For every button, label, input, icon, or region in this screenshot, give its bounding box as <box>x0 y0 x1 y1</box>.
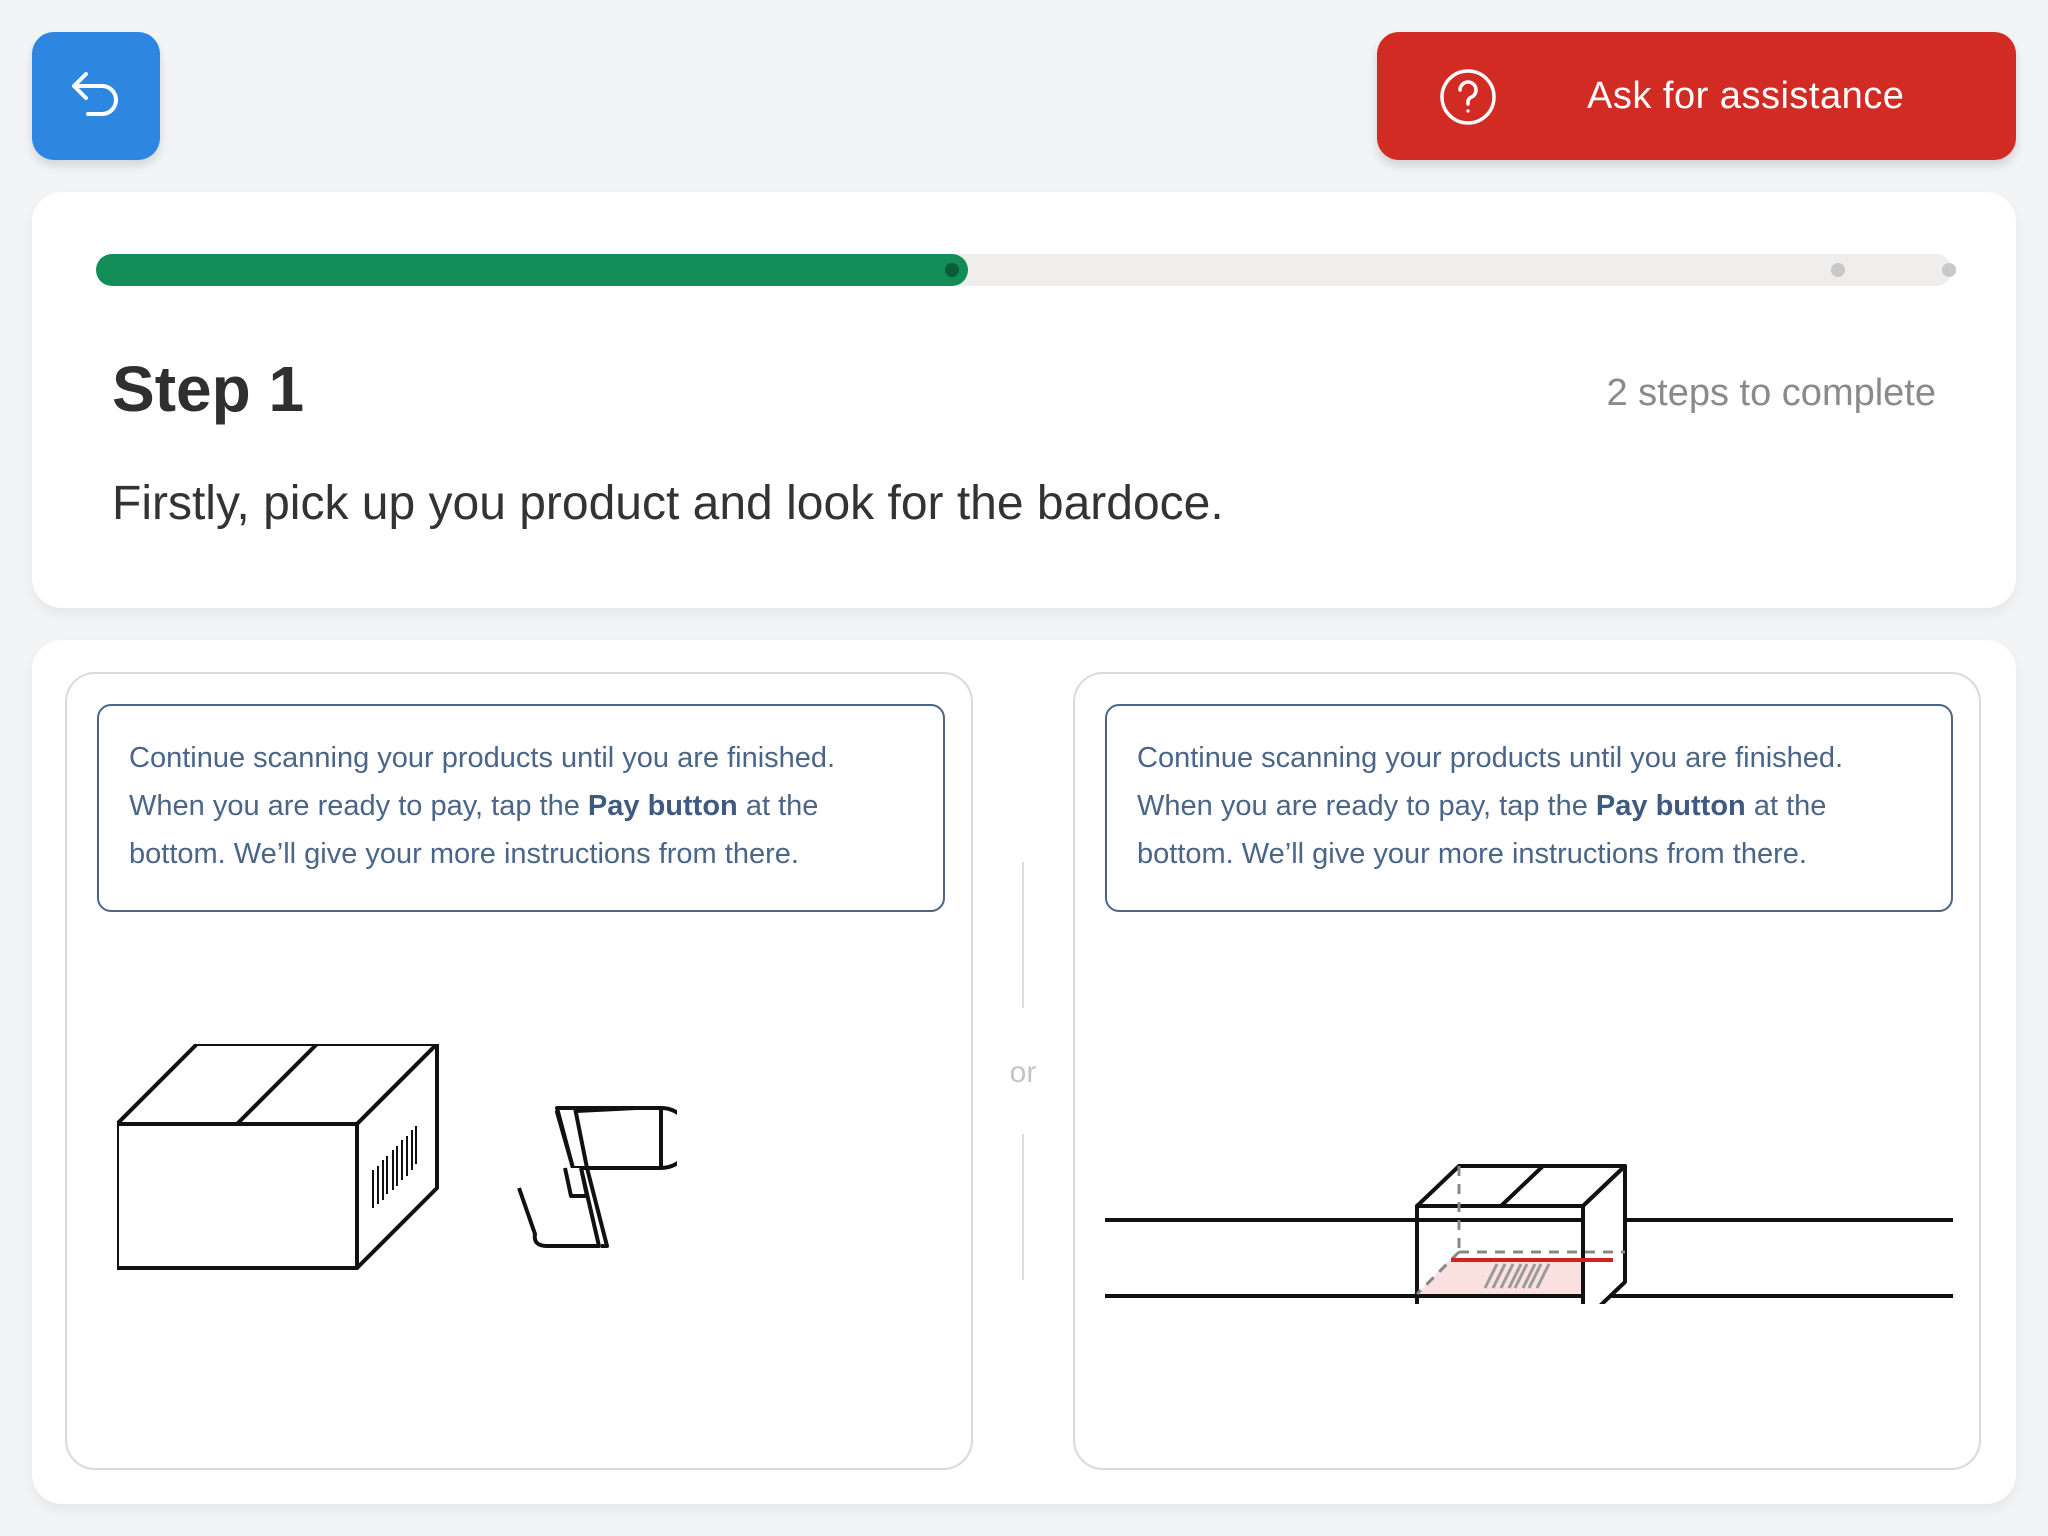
steps-remaining: 2 steps to complete <box>1606 372 1936 414</box>
ask-for-assistance-button[interactable]: Ask for assistance <box>1377 32 2016 160</box>
option-handheld-scanner[interactable]: Continue scanning your products until yo… <box>65 672 973 1470</box>
ask-for-assistance-label: Ask for assistance <box>1587 75 1905 117</box>
progress-current-dot <box>945 263 959 277</box>
pay-button-text: Pay button <box>1595 790 1746 822</box>
info-box: Continue scanning your products until yo… <box>1105 704 1953 912</box>
box-on-flatbed-scanner-icon <box>1105 1164 1953 1304</box>
question-circle-icon <box>1440 69 1496 125</box>
divider-bottom <box>1022 1134 1024 1280</box>
step-title: Step 1 <box>112 353 305 425</box>
info-box: Continue scanning your products until yo… <box>97 704 945 912</box>
step-card: Step 1 2 steps to complete Firstly, pick… <box>32 192 2016 608</box>
progress-end-dot <box>1942 263 1956 277</box>
box-and-handheld-scanner-icon <box>117 1044 677 1270</box>
progress-bar <box>96 254 1956 286</box>
option-flatbed-scanner[interactable]: Continue scanning your products until yo… <box>1073 672 1981 1470</box>
progress-fill <box>96 254 968 286</box>
or-separator: or <box>1009 1056 1037 1089</box>
scan-options-card: Continue scanning your products until yo… <box>32 640 2016 1504</box>
divider-top <box>1022 862 1024 1008</box>
pay-button-text: Pay button <box>587 790 738 822</box>
back-button[interactable] <box>32 32 160 160</box>
progress-step-dot <box>1831 263 1845 277</box>
step-description: Firstly, pick up you product and look fo… <box>112 477 1224 530</box>
undo-arrow-icon <box>72 72 118 116</box>
